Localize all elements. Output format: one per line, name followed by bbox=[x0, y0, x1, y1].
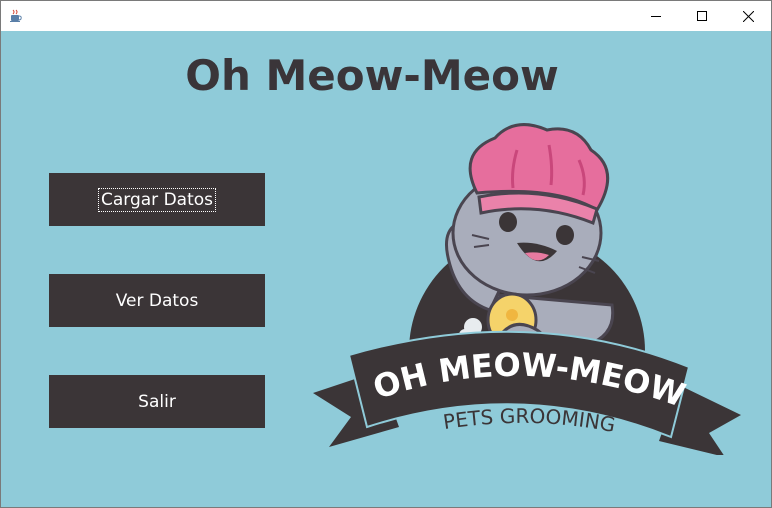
minimize-icon bbox=[651, 11, 661, 21]
load-data-button[interactable]: Cargar Datos bbox=[49, 173, 265, 226]
minimize-button[interactable] bbox=[633, 1, 679, 31]
page-title: Oh Meow-Meow bbox=[185, 51, 559, 100]
close-button[interactable] bbox=[725, 1, 771, 31]
tagline-text: PETS GROOMING bbox=[442, 404, 618, 437]
view-data-label: Ver Datos bbox=[115, 290, 199, 311]
app-window: Oh Meow-Meow Cargar Datos Ver Datos Sali… bbox=[0, 0, 772, 508]
load-data-label: Cargar Datos bbox=[97, 187, 216, 212]
exit-label: Salir bbox=[138, 391, 176, 412]
main-panel: Oh Meow-Meow Cargar Datos Ver Datos Sali… bbox=[1, 31, 771, 507]
close-icon bbox=[742, 10, 754, 22]
maximize-button[interactable] bbox=[679, 1, 725, 31]
java-cup-icon bbox=[9, 8, 23, 22]
brand-logo: OH MEOW-MEOW PETS GROOMING bbox=[307, 115, 747, 457]
exit-button[interactable]: Salir bbox=[49, 375, 265, 428]
maximize-icon bbox=[697, 11, 707, 21]
view-data-button[interactable]: Ver Datos bbox=[49, 274, 265, 327]
title-bar[interactable] bbox=[1, 1, 771, 31]
